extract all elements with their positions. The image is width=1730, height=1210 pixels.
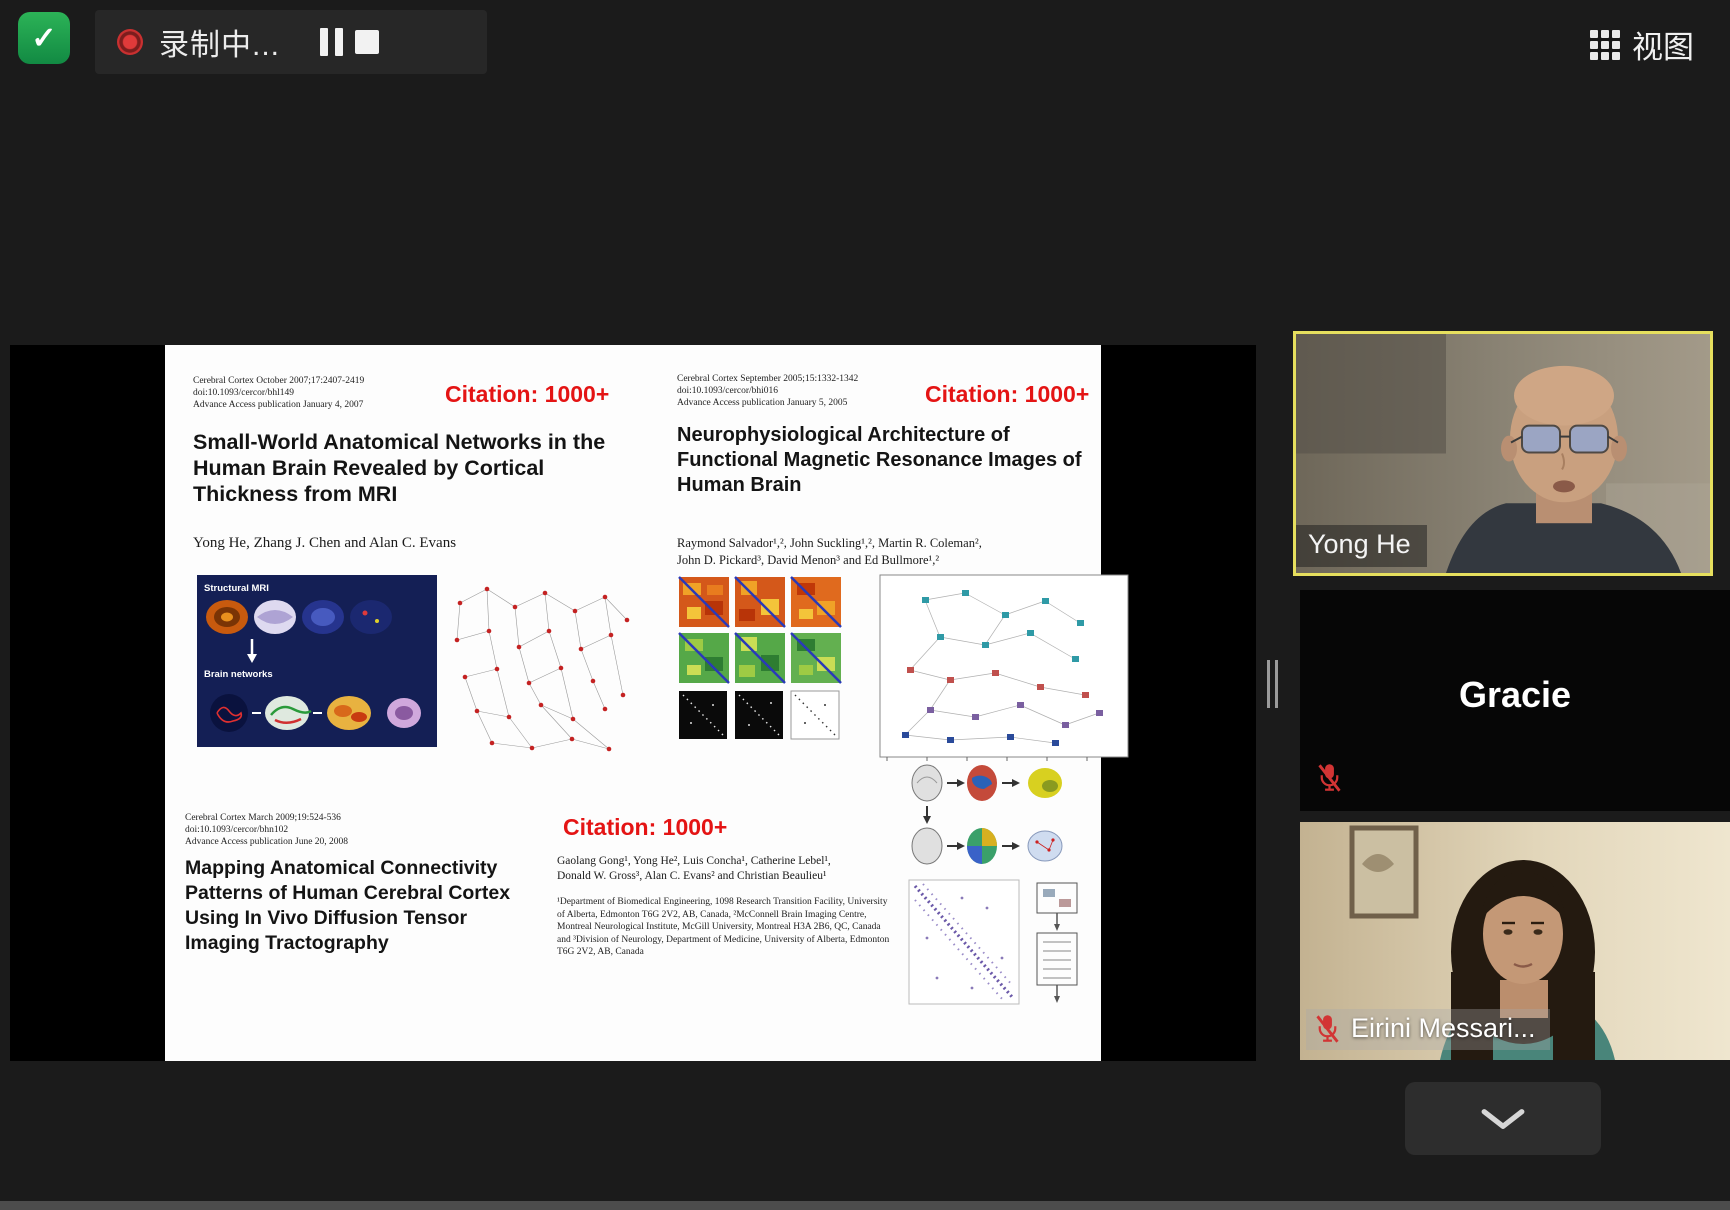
paper-affiliation: ¹Department of Biomedical Engineering, 1…	[557, 896, 895, 959]
journal-info: Cerebral Cortex October 2007;17:2407-241…	[193, 375, 364, 411]
pause-recording-button[interactable]	[314, 22, 349, 62]
collapse-participants-button[interactable]	[1405, 1082, 1601, 1155]
mic-muted-icon	[1316, 762, 1343, 793]
paper-3: Cerebral Cortex March 2009;19:524-536 do…	[185, 770, 1085, 1058]
pause-icon	[320, 28, 328, 56]
grid-view-icon	[1590, 30, 1620, 60]
paper-1-figure: Structural MRI Brain networks	[197, 565, 642, 765]
chevron-down-icon	[1480, 1107, 1526, 1131]
stop-recording-button[interactable]	[349, 24, 385, 60]
recording-indicator-bar: 录制中...	[95, 10, 487, 74]
participant-tile-yong-he[interactable]: Yong He	[1293, 331, 1713, 576]
checkmark-icon: ✓	[31, 21, 56, 56]
paper-title: Mapping Anatomical Connectivity Patterns…	[185, 856, 523, 956]
panel-resize-handle[interactable]	[1267, 660, 1281, 708]
recording-dot-icon	[117, 29, 143, 55]
citation-badge: Citation: 1000+	[563, 814, 727, 841]
svg-text:Structural MRI: Structural MRI	[204, 583, 269, 594]
zoom-meeting-window: ✓ 录制中... 视图 Cerebral Cortex October 2007…	[0, 0, 1730, 1210]
recording-label: 录制中...	[159, 20, 280, 64]
paper-title: Neurophysiological Architecture of Funct…	[677, 423, 1105, 498]
paper-authors: Gaolang Gong¹, Yong He², Luis Concha¹, C…	[557, 854, 917, 884]
paper-2: Cerebral Cortex September 2005;15:1332-1…	[677, 365, 1147, 785]
view-label: 视图	[1632, 22, 1694, 67]
bottom-edge	[0, 1201, 1730, 1210]
paper-authors: Yong He, Zhang J. Chen and Alan C. Evans	[193, 535, 456, 552]
participant-name-row: Eirini Messari...	[1306, 1009, 1550, 1050]
paper-authors: Raymond Salvador¹,², John Suckling¹,², M…	[677, 535, 982, 569]
journal-info: Cerebral Cortex March 2009;19:524-536 do…	[185, 812, 348, 848]
view-button[interactable]: 视图	[1590, 22, 1694, 67]
paper-1: Cerebral Cortex October 2007;17:2407-241…	[193, 367, 651, 767]
stop-icon	[355, 30, 379, 54]
presentation-slide: Cerebral Cortex October 2007;17:2407-241…	[165, 345, 1101, 1061]
screen-share-area: Cerebral Cortex October 2007;17:2407-241…	[10, 345, 1256, 1061]
paper-3-figure	[907, 758, 1085, 1026]
participant-name: Eirini Messari...	[1351, 1013, 1536, 1044]
citation-badge: Citation: 1000+	[445, 381, 609, 408]
participant-tile-gracie[interactable]: Gracie	[1300, 590, 1730, 811]
journal-info: Cerebral Cortex September 2005;15:1332-1…	[677, 373, 858, 409]
participant-name: Yong He	[1296, 525, 1427, 567]
paper-title: Small-World Anatomical Networks in the H…	[193, 429, 618, 507]
mic-muted-icon	[1314, 1013, 1341, 1044]
svg-text:Brain networks: Brain networks	[204, 669, 273, 680]
security-shield-icon[interactable]: ✓	[18, 12, 70, 64]
paper-2-figure	[677, 573, 1139, 773]
participant-tile-eirini[interactable]: Eirini Messari...	[1300, 822, 1730, 1060]
citation-badge: Citation: 1000+	[925, 381, 1089, 408]
participant-name: Gracie	[1300, 674, 1730, 716]
